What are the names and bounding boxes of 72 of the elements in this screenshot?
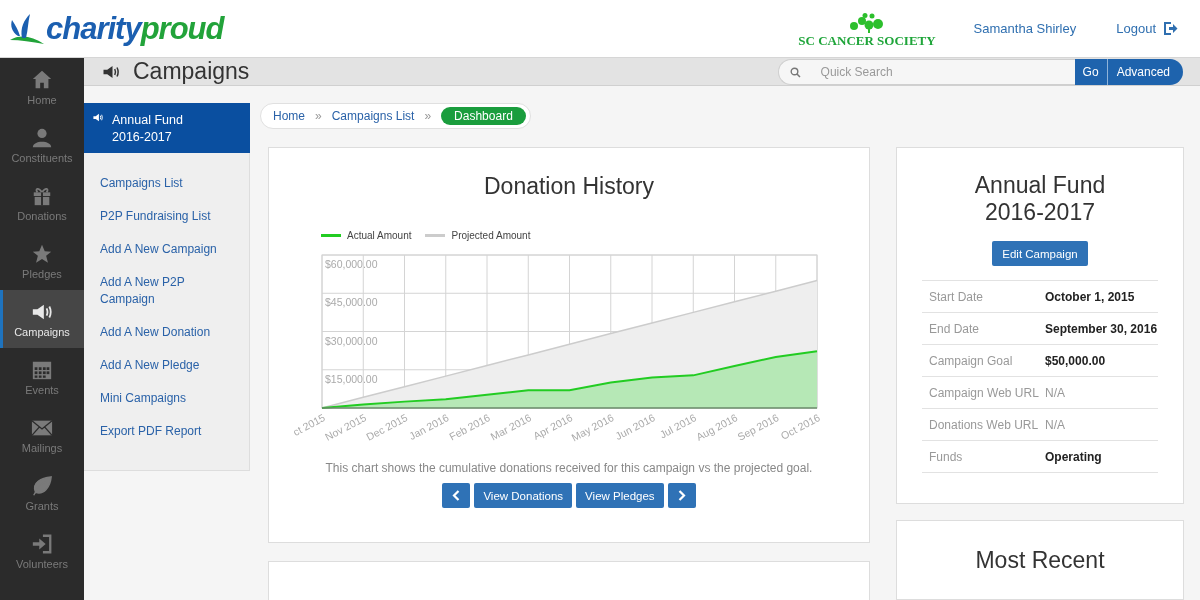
nav-item[interactable]: Campaigns — [0, 290, 84, 348]
chevron-left-icon — [452, 490, 461, 501]
chart-caption: This chart shows the cumulative donations received for this campaign vs the projected goal. — [325, 461, 813, 475]
nav-item[interactable]: Pledges — [0, 232, 84, 290]
leaf-icon — [31, 474, 53, 497]
field-label: Donations Web URL — [929, 417, 1040, 432]
nav-item[interactable]: Volunteers — [0, 522, 84, 580]
breadcrumb-link[interactable]: Dashboard — [441, 107, 526, 125]
view-button[interactable]: View Pledges — [576, 483, 664, 508]
chevron-right-icon — [677, 490, 686, 501]
submenu-link[interactable]: Add A New Pledge — [100, 357, 230, 374]
organization-name: SC CANCER SOCIETY — [798, 32, 936, 49]
submenu-link[interactable]: Mini Campaigns — [100, 390, 230, 407]
submenu-link[interactable]: Campaigns List — [100, 175, 230, 192]
next-button[interactable] — [667, 483, 696, 508]
field-value: October 1, 2015 — [1045, 289, 1135, 304]
submenu-link[interactable]: Export PDF Report — [100, 423, 230, 440]
logout-icon — [1164, 22, 1178, 35]
previous-button[interactable] — [442, 483, 471, 508]
nav-item[interactable]: Constituents — [0, 116, 84, 174]
search-icon — [789, 66, 801, 78]
advanced-search-button[interactable]: Advanced — [1106, 58, 1183, 85]
section-title: Most Recent — [975, 547, 1105, 575]
person-icon — [31, 126, 53, 149]
field-value: N/A — [1045, 385, 1065, 400]
nav-item[interactable]: Mailings — [0, 406, 84, 464]
chart-title: Donation History — [484, 173, 654, 200]
y-axis-label: $45,000.00 — [325, 296, 378, 309]
breadcrumb-separator: » — [315, 109, 322, 123]
legend-label: Projected Amount — [451, 230, 531, 241]
view-button[interactable]: View Donations — [474, 483, 573, 508]
y-axis-label: $15,000.00 — [325, 372, 378, 385]
search-field[interactable]: Quick Search — [777, 58, 1075, 85]
nav-item[interactable]: Events — [0, 348, 84, 406]
page-title: Campaigns — [133, 58, 250, 85]
dots-cluster-icon — [849, 12, 885, 33]
go-button[interactable]: Go — [1074, 58, 1107, 85]
breadcrumb-separator: » — [424, 109, 432, 123]
field-label: Campaign Web URL — [929, 385, 1040, 400]
breadcrumb-link[interactable]: Home — [273, 109, 305, 123]
logo-text: charityproud — [46, 10, 224, 47]
logout-link[interactable]: Logout — [1116, 21, 1178, 36]
sign-in-icon — [31, 532, 53, 555]
submenu-link[interactable]: P2P Fundraising List — [100, 208, 230, 225]
campaign-title: Annual Fund 2016-2017 — [973, 172, 1107, 226]
x-axis-label: Jul 2016 — [657, 411, 699, 441]
field-value: September 30, 2016 — [1045, 321, 1158, 336]
home-icon — [31, 68, 53, 91]
field-label: Funds — [929, 449, 964, 464]
megaphone-icon — [92, 112, 104, 123]
field-label: Start Date — [929, 289, 985, 304]
field-value: N/A — [1045, 417, 1065, 432]
nav-item[interactable]: Grants — [0, 464, 84, 522]
field-value: $50,000.00 — [1045, 353, 1106, 368]
field-value: Operating — [1045, 449, 1102, 464]
legend-label: Actual Amount — [347, 230, 412, 241]
campaign-menu-title: Annual Fund 2016-2017 — [112, 112, 184, 145]
x-axis-label: Jun 2016 — [613, 411, 657, 443]
submenu-link[interactable]: Add A New Donation — [100, 324, 230, 341]
submenu-link[interactable]: Add A New P2P Campaign — [100, 274, 230, 308]
x-axis-label: Oct 2016 — [778, 411, 822, 442]
breadcrumb-link[interactable]: Campaigns List — [331, 109, 415, 123]
y-axis-label: $60,000.00 — [325, 258, 378, 270]
y-axis-label: $30,000.00 — [325, 334, 378, 347]
user-name-link[interactable]: Samantha Shirley — [973, 21, 1077, 36]
submenu-link[interactable]: Add A New Campaign — [100, 241, 230, 258]
field-label: Campaign Goal — [929, 353, 1014, 368]
nav-item[interactable]: Home — [0, 58, 84, 116]
x-axis-label: Feb 2016 — [447, 411, 492, 443]
nav-item[interactable]: Donations — [0, 174, 84, 232]
edit-campaign-button[interactable]: Edit Campaign — [992, 241, 1088, 266]
field-label: End Date — [929, 321, 981, 336]
